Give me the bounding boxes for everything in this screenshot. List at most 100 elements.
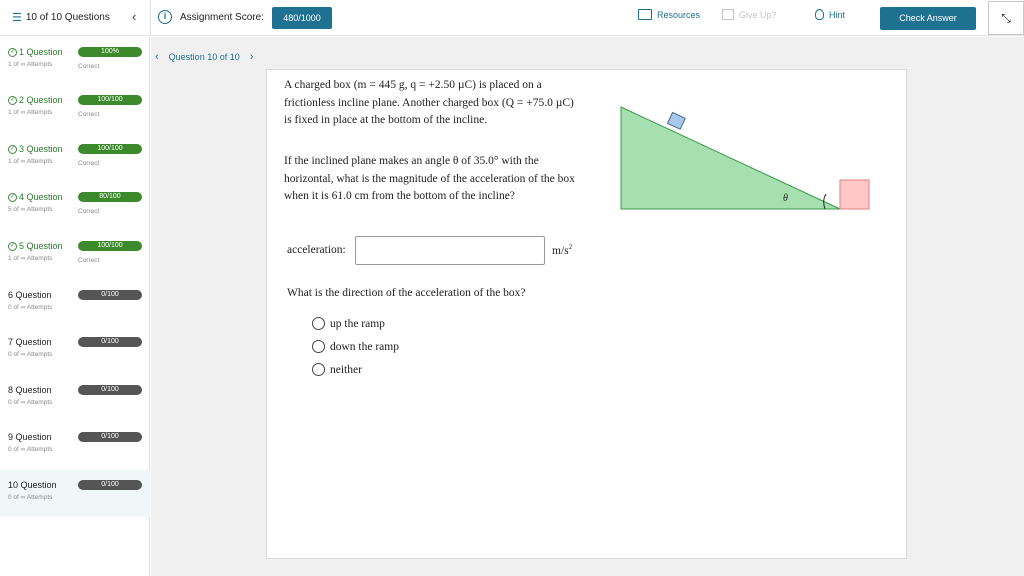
sidebar-item-question-4[interactable]: ✓ 4 Question 5 of ∞ Attempts 80/100 Correct — [0, 182, 150, 229]
sidebar-item-question-9[interactable]: 9 Question 0 of ∞ Attempts 0/100 — [0, 422, 150, 469]
sidebar-item-title: ✓ 3 Question — [8, 144, 63, 154]
option-down-the-ramp[interactable]: down the ramp — [312, 340, 399, 353]
score-badge: 100/100 — [78, 95, 142, 105]
collapse-sidebar-icon[interactable]: ‹ — [132, 9, 136, 24]
check-circle-icon: ✓ — [8, 47, 17, 57]
status-label: Correct — [78, 208, 100, 215]
question-sidebar: ✓ 1 Question 1 of ∞ Attempts 100% Correct ✓ 2 … — [0, 37, 150, 576]
score-badge: 0/100 — [78, 480, 142, 490]
sidebar-item-attempts: 1 of ∞ Attempts — [8, 255, 53, 262]
status-label: Correct — [78, 63, 100, 70]
radio-button[interactable] — [312, 363, 325, 376]
sidebar-item-question-1[interactable]: ✓ 1 Question 1 of ∞ Attempts 100% Correct — [0, 37, 150, 84]
sidebar-item-attempts: 0 of ∞ Attempts — [8, 446, 53, 453]
sidebar-item-label: 8 Question — [8, 385, 52, 395]
fullscreen-toggle-button[interactable]: ⤡ — [988, 1, 1024, 35]
score-badge: 80/100 — [78, 192, 142, 202]
sidebar-item-question-5[interactable]: ✓ 5 Question 1 of ∞ Attempts 100/100 Correct — [0, 231, 150, 278]
check-circle-icon: ✓ — [8, 95, 17, 105]
sidebar-item-question-7[interactable]: 7 Question 0 of ∞ Attempts 0/100 — [0, 327, 150, 374]
top-bar: ☰ 10 of 10 Questions ‹ i Assignment Scor… — [0, 0, 1024, 36]
resources-button[interactable]: Resources — [638, 9, 700, 20]
acceleration-input[interactable] — [355, 236, 545, 265]
sidebar-item-attempts: 0 of ∞ Attempts — [8, 399, 53, 406]
sidebar-item-label: 1 Question — [19, 47, 63, 57]
flag-icon — [722, 9, 734, 20]
score-badge: 0/100 — [78, 385, 142, 395]
sidebar-item-title: 6 Question — [8, 290, 52, 300]
sidebar-item-title: ✓ 4 Question — [8, 192, 63, 202]
acceleration-label: acceleration: — [287, 244, 346, 256]
unit-exponent: 2 — [568, 243, 573, 251]
folder-icon — [638, 9, 652, 20]
sidebar-item-title: ✓ 1 Question — [8, 47, 63, 57]
lightbulb-icon — [815, 9, 824, 20]
sidebar-item-title: ✓ 5 Question — [8, 241, 63, 251]
option-label: down the ramp — [330, 340, 399, 353]
check-circle-icon: ✓ — [8, 192, 17, 202]
status-label: Correct — [78, 257, 100, 264]
option-up-the-ramp[interactable]: up the ramp — [312, 317, 385, 330]
previous-question-icon[interactable]: ‹ — [155, 51, 159, 63]
sidebar-item-label: 7 Question — [8, 337, 52, 347]
sidebar-item-label: 10 Question — [8, 480, 57, 490]
resources-label: Resources — [657, 9, 701, 20]
incline-plane — [620, 106, 841, 210]
sidebar-item-question-6[interactable]: 6 Question 0 of ∞ Attempts 0/100 — [0, 280, 150, 327]
sidebar-item-label: 4 Question — [19, 192, 63, 202]
score-badge: 100/100 — [78, 241, 142, 251]
question-nav: ‹ Question 10 of 10 › — [155, 51, 253, 63]
give-up-button[interactable]: Give Up? — [722, 9, 777, 20]
charged-box-moving — [666, 111, 686, 130]
question-count-label: 10 of 10 Questions — [25, 12, 110, 23]
question-nav-label: Question 10 of 10 — [168, 52, 240, 62]
topbar-divider — [150, 0, 151, 36]
sidebar-item-title: 8 Question — [8, 385, 52, 395]
hint-label: Hint — [829, 9, 846, 20]
sidebar-item-attempts: 5 of ∞ Attempts — [8, 206, 53, 213]
option-label: up the ramp — [330, 317, 385, 330]
status-label: Correct — [78, 111, 100, 118]
score-badge: 0/100 — [78, 337, 142, 347]
radio-button[interactable] — [312, 340, 325, 353]
sidebar-item-title: 9 Question — [8, 432, 52, 442]
problem-question: If the inclined plane makes an angle θ o… — [284, 155, 575, 202]
sidebar-item-label: 9 Question — [8, 432, 52, 442]
score-badge: 100/100 — [78, 144, 142, 154]
next-question-icon[interactable]: › — [250, 51, 254, 63]
sidebar-item-question-10[interactable]: 10 Question 0 of ∞ Attempts 0/100 — [0, 470, 150, 517]
option-label: neither — [330, 363, 362, 376]
sidebar-item-question-3[interactable]: ✓ 3 Question 1 of ∞ Attempts 100/100 Correct — [0, 134, 150, 181]
list-icon: ☰ — [12, 12, 22, 24]
sidebar-item-attempts: 0 of ∞ Attempts — [8, 494, 53, 501]
option-neither[interactable]: neither — [312, 363, 362, 376]
sidebar-item-label: 6 Question — [8, 290, 52, 300]
expand-icon: ⤡ — [1001, 11, 1011, 25]
angle-label: θ — [783, 193, 788, 204]
hint-button[interactable]: Hint — [815, 9, 845, 20]
sidebar-item-attempts: 0 of ∞ Attempts — [8, 351, 53, 358]
sidebar-item-question-2[interactable]: ✓ 2 Question 1 of ∞ Attempts 100/100 Correct — [0, 85, 150, 132]
sidebar-item-label: 5 Question — [19, 241, 63, 251]
acceleration-unit: m/s2 — [552, 243, 572, 257]
sidebar-item-label: 3 Question — [19, 144, 63, 154]
charged-box-fixed — [839, 179, 870, 210]
check-answer-button[interactable]: Check Answer — [880, 7, 976, 30]
info-icon[interactable]: i — [158, 10, 172, 24]
direction-question: What is the direction of the acceleratio… — [287, 287, 526, 299]
sidebar-item-attempts: 1 of ∞ Attempts — [8, 158, 53, 165]
sidebar-item-title: 7 Question — [8, 337, 52, 347]
problem-statement: A charged box (m = 445 g, q = +2.50 µC) … — [284, 79, 574, 126]
sidebar-item-question-8[interactable]: 8 Question 0 of ∞ Attempts 0/100 — [0, 375, 150, 422]
sidebar-item-attempts: 0 of ∞ Attempts — [8, 304, 53, 311]
check-circle-icon: ✓ — [8, 144, 17, 154]
score-badge: 100% — [78, 47, 142, 57]
score-badge: 0/100 — [78, 290, 142, 300]
score-badge: 0/100 — [78, 432, 142, 442]
sidebar-item-attempts: 1 of ∞ Attempts — [8, 61, 53, 68]
status-label: Correct — [78, 160, 100, 167]
radio-button[interactable] — [312, 317, 325, 330]
question-count[interactable]: ☰ 10 of 10 Questions — [12, 11, 110, 24]
give-up-label: Give Up? — [739, 9, 777, 20]
score-label: Assignment Score: — [180, 12, 264, 23]
